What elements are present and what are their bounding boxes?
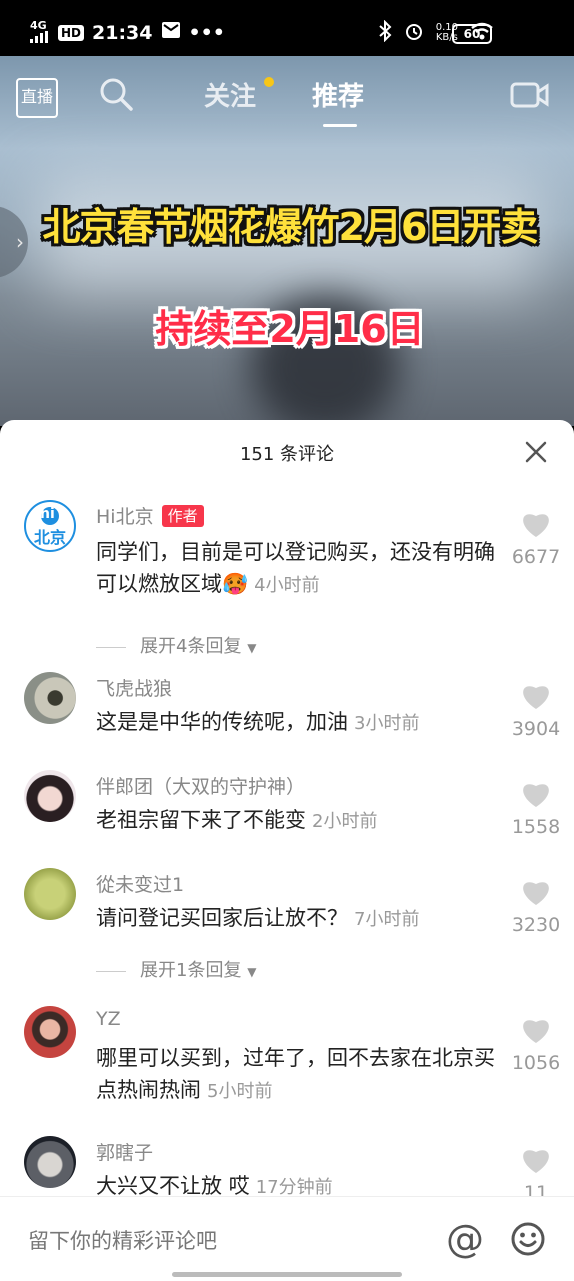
comment-username[interactable]: 飞虎战狼 [96, 674, 172, 701]
expand-replies-button[interactable]: 展开4条回复 ▼ [96, 632, 256, 658]
chevron-right-icon: › [16, 230, 24, 254]
comments-sheet: 151 条评论 hi 北京 Hi北京 作者 同学们，目前是可以登记购买，还没有明确… [0, 420, 574, 1280]
live-button[interactable]: 直播 [16, 78, 58, 118]
avatar[interactable] [24, 868, 76, 920]
like-button[interactable]: 3230 [508, 878, 564, 936]
like-button[interactable]: 1056 [508, 1016, 564, 1074]
heart-icon [523, 1150, 549, 1173]
expand-replies-label: 展开1条回复 [140, 960, 242, 981]
video-headline-line2: 持续至2月16日 [155, 307, 425, 351]
notification-dot [264, 77, 274, 87]
side-drawer-handle[interactable]: › [0, 206, 28, 278]
alarm-icon [404, 21, 424, 44]
comment-body[interactable]: 哪里可以买到，过年了，回不去家在北京买点热闹热闹 5小时前 [96, 1042, 496, 1108]
comment-username[interactable]: YZ [96, 1008, 121, 1030]
comment-time: 5小时前 [207, 1081, 273, 1102]
heart-icon [523, 514, 549, 537]
caret-down-icon: ▼ [247, 641, 257, 655]
at-mention-icon[interactable]: @ [446, 1217, 484, 1261]
comment-text: 请问登记买回家后让放不？ [96, 906, 348, 930]
close-icon[interactable] [524, 440, 548, 464]
comment-input-bar: 留下你的精彩评论吧 @ [0, 1196, 574, 1281]
tab-recommend[interactable]: 推荐 [312, 76, 364, 113]
avatar[interactable] [24, 672, 76, 724]
comment-time: 3小时前 [354, 713, 420, 734]
comments-count-title: 151 条评论 [239, 444, 335, 465]
like-button[interactable]: 6677 [508, 510, 564, 568]
like-count: 6677 [511, 546, 561, 568]
comment-time: 4小时前 [254, 575, 320, 596]
like-count: 3904 [511, 718, 561, 740]
status-bar: 4G HD 21:34 ••• 0.10 KB/s 60 [0, 0, 574, 64]
comment-username[interactable]: 伴郎团（大双的守护神） [96, 772, 305, 799]
like-count: 1558 [511, 816, 561, 838]
avatar-beijing-text: 北京 [34, 528, 67, 547]
expand-replies-button[interactable]: 展开1条回复 ▼ [96, 956, 256, 982]
avatar[interactable] [24, 1136, 76, 1188]
comment-text: 大兴又不让放 哎 [96, 1174, 250, 1198]
comment-text: 这是是中华的传统呢，加油 [96, 710, 348, 734]
bluetooth-icon [378, 19, 392, 45]
like-button[interactable]: 1558 [508, 780, 564, 838]
like-count: 3230 [511, 914, 561, 936]
comment-text: 哪里可以买到，过年了，回不去家在北京买点热闹热闹 [96, 1046, 495, 1102]
tab-follow[interactable]: 关注 [204, 76, 256, 113]
comment-username[interactable]: 從未变过1 [96, 870, 184, 897]
search-icon[interactable] [98, 76, 134, 116]
comment-body[interactable]: 这是是中华的传统呢，加油 3小时前 [96, 706, 496, 740]
caret-down-icon: ▼ [247, 965, 257, 979]
signal-icon: 4G [30, 20, 50, 45]
avatar[interactable] [24, 770, 76, 822]
heart-icon [523, 784, 549, 807]
like-count: 1056 [511, 1052, 561, 1074]
comment-body[interactable]: 请问登记买回家后让放不？ 7小时前 [96, 902, 496, 936]
avatar-hi-text: hi [40, 506, 55, 522]
more-dots-icon: ••• [188, 21, 225, 44]
heart-icon [523, 686, 549, 709]
hd-icon: HD [58, 24, 85, 41]
comment-input[interactable]: 留下你的精彩评论吧 [28, 1225, 217, 1255]
comment-time: 7小时前 [354, 909, 420, 930]
comment-time: 17分钟前 [255, 1177, 333, 1198]
avatar[interactable]: hi 北京 [24, 500, 76, 552]
home-indicator[interactable] [172, 1272, 402, 1277]
comment-text: 老祖宗留下来了不能变 [96, 808, 306, 832]
like-button[interactable]: 3904 [508, 682, 564, 740]
comment-time: 2小时前 [312, 811, 378, 832]
author-badge: 作者 [161, 505, 204, 527]
video-headline-line1: 北京春节烟花爆竹2月6日开卖 [42, 205, 539, 249]
heart-icon [523, 882, 549, 905]
notification-icon [161, 20, 181, 45]
comment-username[interactable]: Hi北京 [96, 506, 154, 528]
expand-replies-label: 展开4条回复 [140, 636, 242, 657]
clock-time: 21:34 [92, 21, 153, 44]
heart-icon [523, 1020, 549, 1043]
comment-body[interactable]: 同学们，目前是可以登记购买，还没有明确可以燃放区域🥵 4小时前 [96, 536, 496, 602]
avatar[interactable] [24, 1006, 76, 1058]
comment-username[interactable]: 郭瞎子 [96, 1138, 153, 1165]
battery-icon: 60 [452, 24, 492, 44]
emoji-icon[interactable] [510, 1221, 546, 1261]
active-tab-indicator [323, 124, 357, 127]
camera-icon[interactable] [510, 80, 550, 114]
comment-body[interactable]: 老祖宗留下来了不能变 2小时前 [96, 804, 496, 838]
